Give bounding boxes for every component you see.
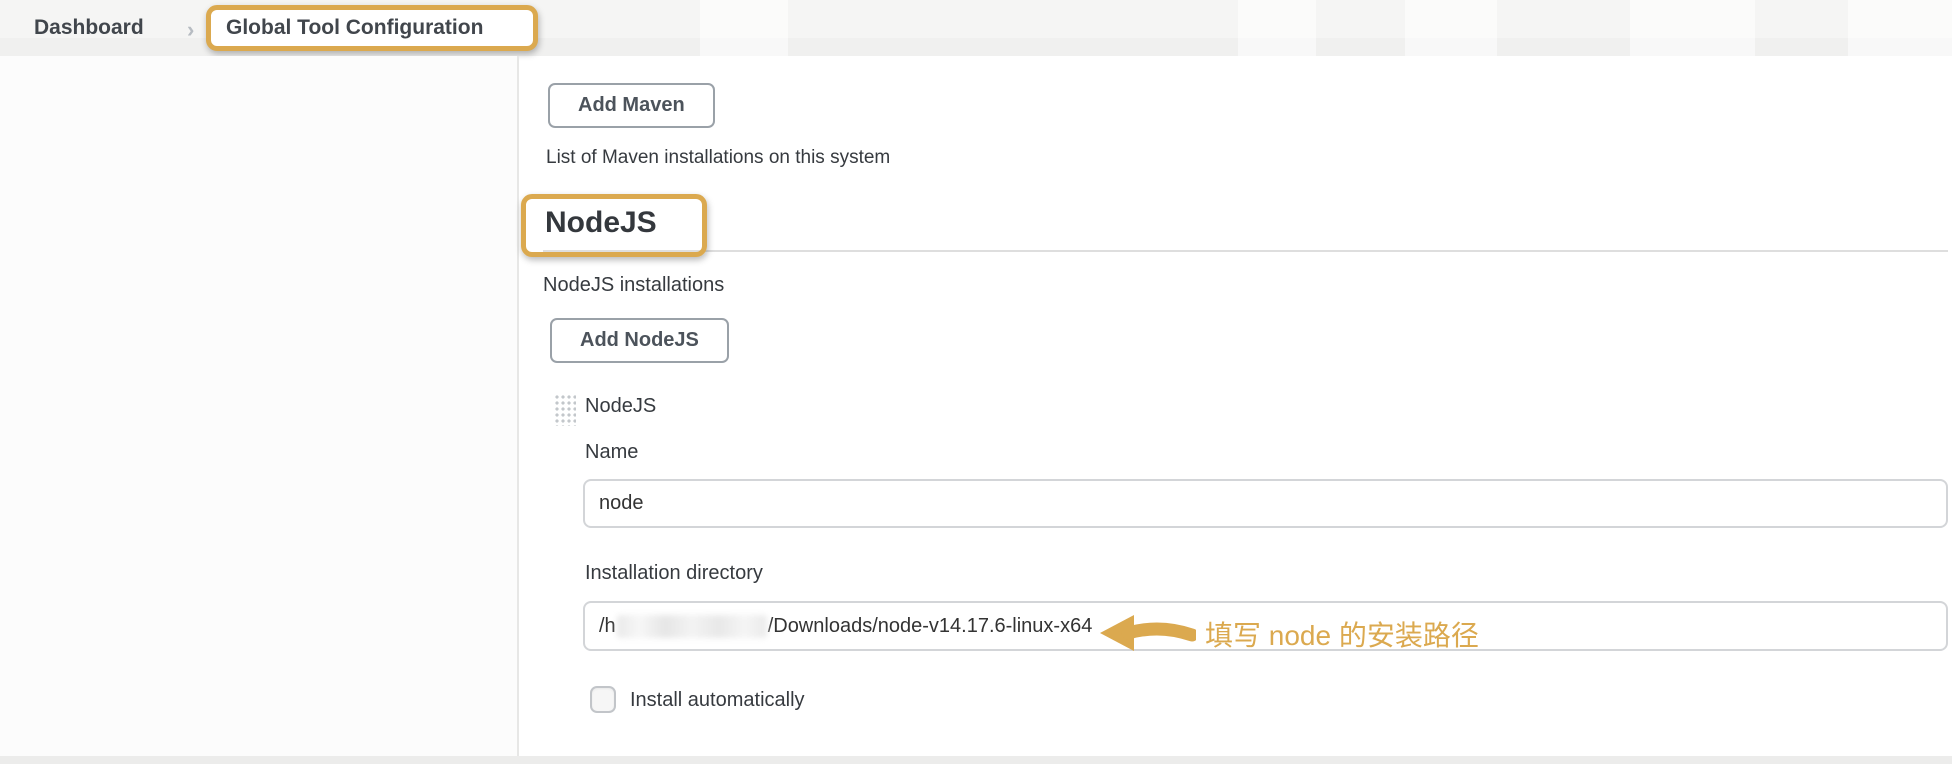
directory-path-suffix: /Downloads/node-v14.17.6-linux-x64 [768,615,1093,638]
blur-patch [1238,0,1316,56]
bottom-edge-strip [0,756,1952,764]
nodejs-installations-label: NodeJS installations [543,274,724,297]
installation-directory-label: Installation directory [585,562,763,585]
maven-installations-description: List of Maven installations on this syst… [546,147,890,169]
drag-handle-icon[interactable] [553,393,576,426]
arrow-left-annotation-icon [1098,611,1196,655]
nodejs-item-label: NodeJS [585,395,656,418]
breadcrumb-dashboard-link[interactable]: Dashboard [34,16,144,40]
redacted-text-blur [617,615,767,638]
nodejs-section-title: NodeJS [545,206,657,240]
breadcrumb-current-page[interactable]: Global Tool Configuration [226,16,483,40]
content-divider [517,56,519,764]
blur-patch [700,0,788,56]
jenkins-global-tool-configuration-page: Dashboard › Global Tool Configuration Ad… [0,0,1952,764]
annotation-note-text: 填写 node 的安装路径 [1205,614,1479,654]
add-nodejs-button[interactable]: Add NodeJS [550,318,729,363]
blur-patch [1405,0,1497,56]
install-automatically-checkbox[interactable] [590,686,616,713]
blur-patch [1848,0,1952,56]
add-maven-button[interactable]: Add Maven [548,83,715,128]
directory-path-prefix: /h [599,615,616,638]
sidebar-empty-area [0,56,517,764]
name-label: Name [585,441,638,464]
install-automatically-label[interactable]: Install automatically [630,689,805,712]
chevron-right-icon: › [187,17,194,43]
name-input[interactable] [583,479,1948,528]
blur-patch [1630,0,1755,56]
section-divider-line [543,250,1948,252]
